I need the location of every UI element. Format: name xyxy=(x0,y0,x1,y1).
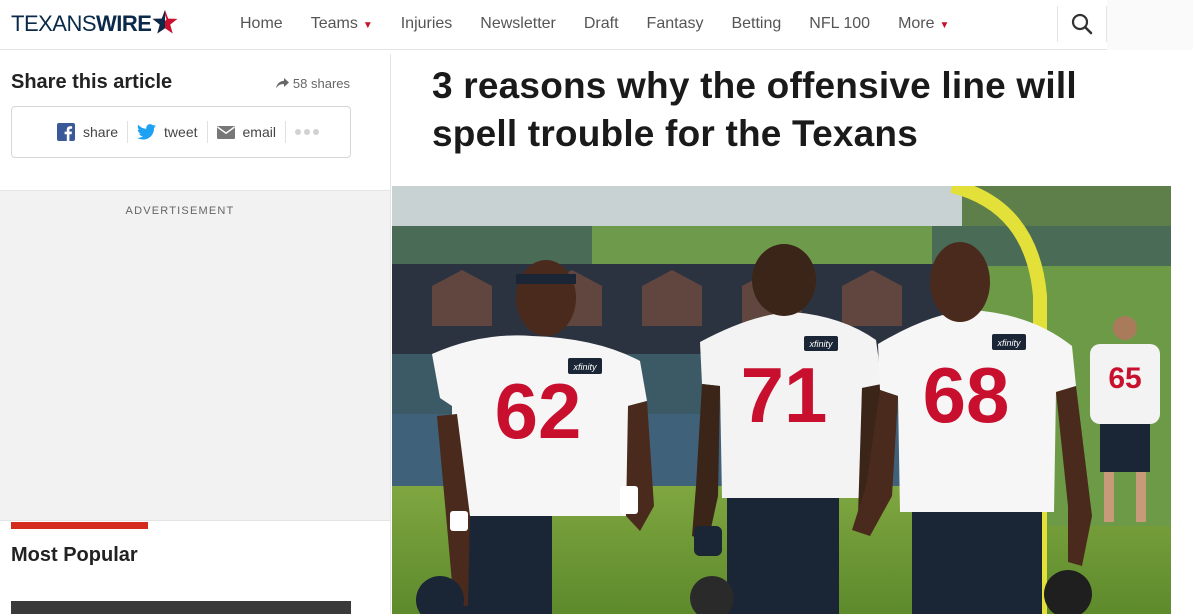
jersey-number-68: 68 xyxy=(923,351,1010,439)
dot-icon xyxy=(312,129,319,135)
jersey-number-71: 71 xyxy=(741,351,828,439)
svg-text:xfinity: xfinity xyxy=(808,339,833,349)
share-buttons: share tweet email xyxy=(11,106,351,158)
jersey-number-62: 62 xyxy=(495,367,582,455)
jersey-number-65: 65 xyxy=(1108,362,1141,395)
star-icon xyxy=(153,10,178,34)
twitter-share-button[interactable]: tweet xyxy=(127,121,206,143)
share-heading: Share this article xyxy=(11,71,173,93)
chevron-down-icon: ▼ xyxy=(939,19,950,31)
search-button[interactable] xyxy=(1058,6,1106,42)
left-sidebar: Share this article 58 shares share tweet xyxy=(0,54,391,614)
top-navigation: TEXANSWIRE Home Teams ▼ Injuries Newslett… xyxy=(0,0,1193,50)
nav-nfl-100[interactable]: NFL 100 xyxy=(795,15,884,33)
search-icon xyxy=(1071,13,1093,35)
site-logo[interactable]: TEXANSWIRE xyxy=(11,9,178,39)
svg-text:xfinity: xfinity xyxy=(996,338,1021,348)
share-count: 58 shares xyxy=(275,76,350,91)
dot-icon xyxy=(303,129,310,135)
article-headline: 3 reasons why the offensive line will sp… xyxy=(432,65,1077,154)
advertisement-label: ADVERTISEMENT xyxy=(125,205,235,217)
most-popular-heading: Most Popular xyxy=(11,544,138,566)
nav-draft[interactable]: Draft xyxy=(570,15,633,33)
more-share-options-button[interactable] xyxy=(284,121,319,143)
section-accent-bar xyxy=(11,522,148,529)
facebook-icon xyxy=(57,123,75,141)
twitter-icon xyxy=(137,124,157,140)
article-hero-image: 65 62 xfinity 71 xfinity 68 xfinity xyxy=(392,186,1171,614)
popular-article-thumbnail[interactable] xyxy=(11,601,351,614)
main-menu: Home Teams ▼ Injuries Newsletter Draft Fa… xyxy=(226,0,963,48)
advertisement-slot: ADVERTISEMENT xyxy=(0,190,390,521)
facebook-share-button[interactable]: share xyxy=(48,121,127,143)
nav-fantasy[interactable]: Fantasy xyxy=(633,15,718,33)
nav-more[interactable]: More ▼ xyxy=(884,15,963,33)
nav-injuries[interactable]: Injuries xyxy=(387,15,467,33)
share-arrow-icon xyxy=(275,78,289,89)
mail-icon xyxy=(216,125,235,139)
nav-newsletter[interactable]: Newsletter xyxy=(466,15,570,33)
chevron-down-icon: ▼ xyxy=(362,19,373,31)
nav-betting[interactable]: Betting xyxy=(717,15,795,33)
nav-home[interactable]: Home xyxy=(226,15,297,33)
dot-icon xyxy=(294,129,301,135)
nav-spacer xyxy=(1107,0,1193,50)
email-share-button[interactable]: email xyxy=(206,121,285,143)
hero-photo: 65 62 xfinity 71 xfinity 68 xfinity xyxy=(392,186,1171,614)
logo-text: TEXANSWIRE xyxy=(11,11,152,36)
nav-teams[interactable]: Teams ▼ xyxy=(297,15,387,33)
svg-text:xfinity: xfinity xyxy=(572,362,597,372)
